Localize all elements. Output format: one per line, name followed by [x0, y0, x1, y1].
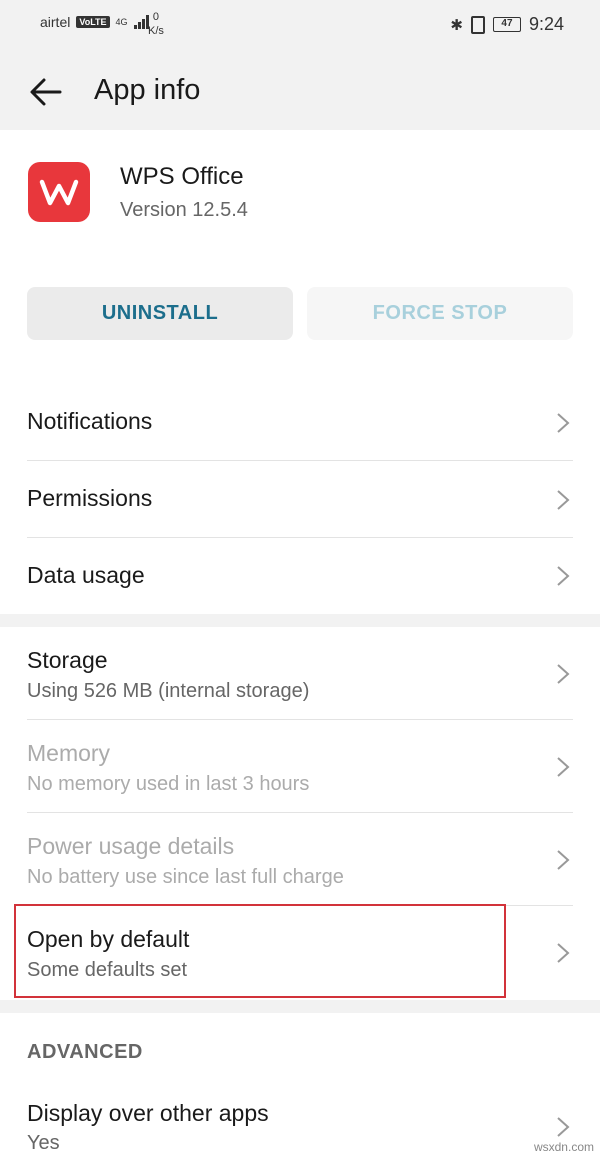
battery-icon: 47	[492, 17, 521, 32]
list-item-subtitle: Using 526 MB (internal storage)	[27, 680, 310, 702]
list-item-title: Data usage	[27, 562, 145, 588]
list-item-power-usage[interactable]: Power usage details No battery use since…	[0, 813, 600, 906]
network-type: 4G	[115, 16, 128, 27]
list-item-title: Permissions	[27, 485, 153, 511]
speed-unit: K/s	[148, 25, 164, 37]
bluetooth-icon: ✱	[450, 16, 463, 34]
list-item-memory[interactable]: Memory No memory used in last 3 hours	[0, 720, 600, 813]
list-item-title: Display over other apps	[27, 1100, 269, 1126]
section-gap	[0, 614, 600, 627]
page-title: App info	[94, 74, 201, 106]
chevron-right-icon	[557, 757, 570, 777]
chevron-right-icon	[557, 490, 570, 510]
app-version: Version 12.5.4	[120, 199, 248, 221]
wps-logo-icon	[39, 179, 79, 206]
list-item-subtitle: Yes	[27, 1132, 60, 1154]
list-item-title: Memory	[27, 740, 111, 766]
chevron-right-icon	[557, 664, 570, 684]
vibrate-icon	[470, 15, 485, 34]
force-stop-button[interactable]: FORCE STOP	[307, 287, 573, 340]
uninstall-button[interactable]: UNINSTALL	[27, 287, 293, 340]
chevron-right-icon	[557, 413, 570, 433]
chevron-right-icon	[557, 1117, 570, 1137]
signal-icon	[133, 15, 149, 29]
chevron-right-icon	[557, 850, 570, 870]
wps-office-icon	[28, 162, 90, 222]
list-item-permissions[interactable]: Permissions	[0, 461, 600, 538]
app-name: WPS Office	[120, 163, 244, 190]
watermark: wsxdn.com	[533, 1140, 594, 1154]
volte-badge: VoLTE	[76, 16, 110, 28]
status-left: airtel VoLTE 4G	[40, 14, 149, 30]
back-arrow-icon[interactable]	[28, 74, 64, 110]
highlight-box	[14, 904, 506, 998]
section-label-advanced: ADVANCED	[27, 1041, 143, 1063]
status-right: ✱ 47 9:24	[450, 14, 564, 35]
list-item-subtitle: No memory used in last 3 hours	[27, 773, 310, 795]
list-item-storage[interactable]: Storage Using 526 MB (internal storage)	[0, 627, 600, 720]
clock: 9:24	[528, 14, 564, 34]
status-bar: airtel VoLTE 4G 0 K/s ✱ 47 9:24	[0, 0, 600, 52]
chevron-right-icon	[557, 943, 570, 963]
list-item-title: Power usage details	[27, 833, 235, 859]
list-item-title: Storage	[27, 647, 108, 673]
list-item-title: Notifications	[27, 408, 153, 434]
list-item-subtitle: No battery use since last full charge	[27, 866, 344, 888]
speed-value: 0	[152, 11, 160, 23]
list-item-display-over-other-apps[interactable]: Display over other apps Yes	[0, 1080, 600, 1160]
app-bar: App info	[0, 52, 600, 130]
list-item-data-usage[interactable]: Data usage	[0, 538, 600, 614]
chevron-right-icon	[557, 566, 570, 586]
list-item-notifications[interactable]: Notifications	[0, 384, 600, 461]
section-gap	[0, 1000, 600, 1013]
network-speed: 0 K/s	[148, 10, 164, 38]
carrier-label: airtel	[40, 14, 71, 30]
